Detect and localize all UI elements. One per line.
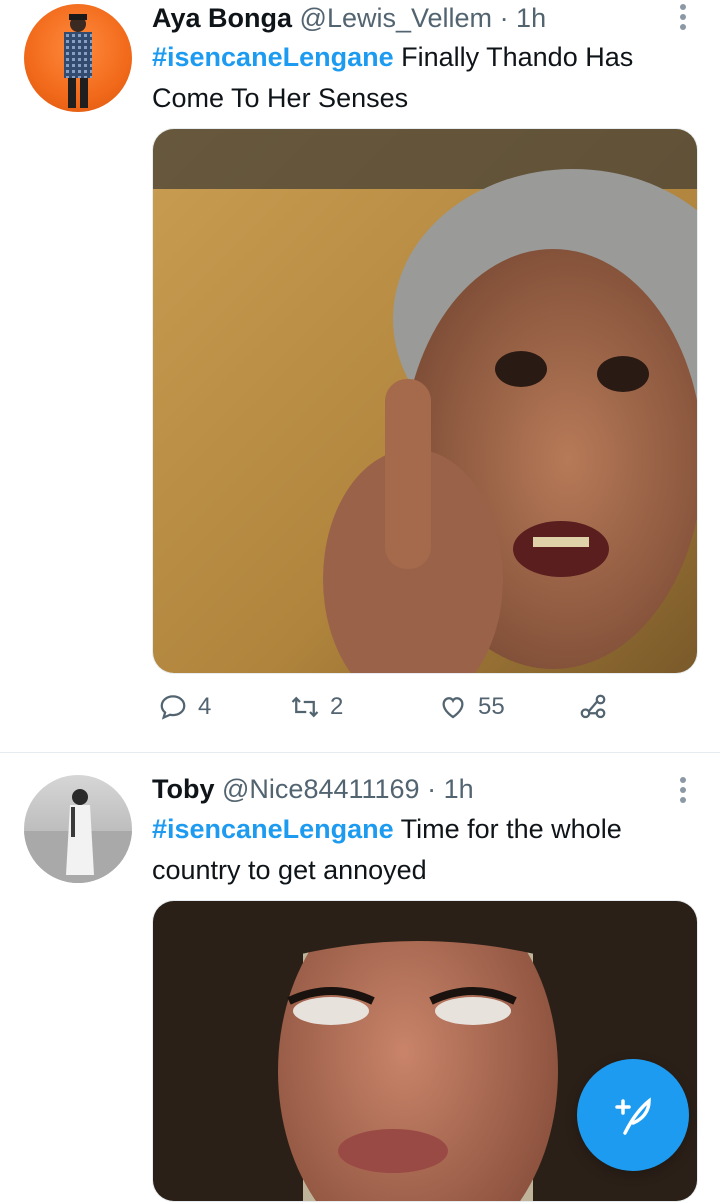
tweet-header: Aya Bonga @Lewis_Vellem · 1h xyxy=(152,2,546,34)
avatar[interactable] xyxy=(24,4,132,112)
compose-tweet-icon xyxy=(615,1097,651,1135)
tweet-text: #isencaneLengane Time for the whole coun… xyxy=(152,809,692,891)
timestamp[interactable]: · 1h xyxy=(427,774,474,804)
more-vertical-icon[interactable] xyxy=(680,4,686,30)
display-name[interactable]: Aya Bonga xyxy=(152,3,292,33)
retweet-count: 2 xyxy=(330,693,344,720)
retweet-button[interactable]: 2 xyxy=(290,692,343,722)
handle[interactable]: @Lewis_Vellem xyxy=(300,3,493,33)
more-vertical-icon[interactable] xyxy=(680,777,686,803)
avatar[interactable] xyxy=(24,775,132,883)
handle[interactable]: @Nice84411169 xyxy=(222,774,420,804)
share-icon xyxy=(580,694,606,719)
tweet-image[interactable] xyxy=(152,128,698,674)
like-count: 55 xyxy=(478,693,505,720)
reply-button[interactable]: 4 xyxy=(158,692,211,722)
compose-tweet-button[interactable] xyxy=(577,1059,689,1171)
timestamp[interactable]: · 1h xyxy=(500,3,547,33)
reply-count: 4 xyxy=(198,693,212,720)
tweet-header: Toby @Nice84411169 · 1h xyxy=(152,773,474,805)
tweet-text: #isencaneLengane Finally Thando Has Come… xyxy=(152,37,692,119)
hashtag-link[interactable]: #isencaneLengane xyxy=(152,42,394,72)
retweet-icon xyxy=(291,696,319,718)
hashtag-link[interactable]: #isencaneLengane xyxy=(152,814,394,844)
heart-icon xyxy=(442,697,464,719)
display-name[interactable]: Toby xyxy=(152,774,215,804)
like-button[interactable]: 55 xyxy=(438,692,505,722)
share-button[interactable] xyxy=(578,692,608,722)
tweet[interactable]: Aya Bonga @Lewis_Vellem · 1h #isencaneLe… xyxy=(0,0,720,752)
reply-icon xyxy=(160,695,186,720)
tweet-actions: 4 2 55 xyxy=(158,692,618,732)
